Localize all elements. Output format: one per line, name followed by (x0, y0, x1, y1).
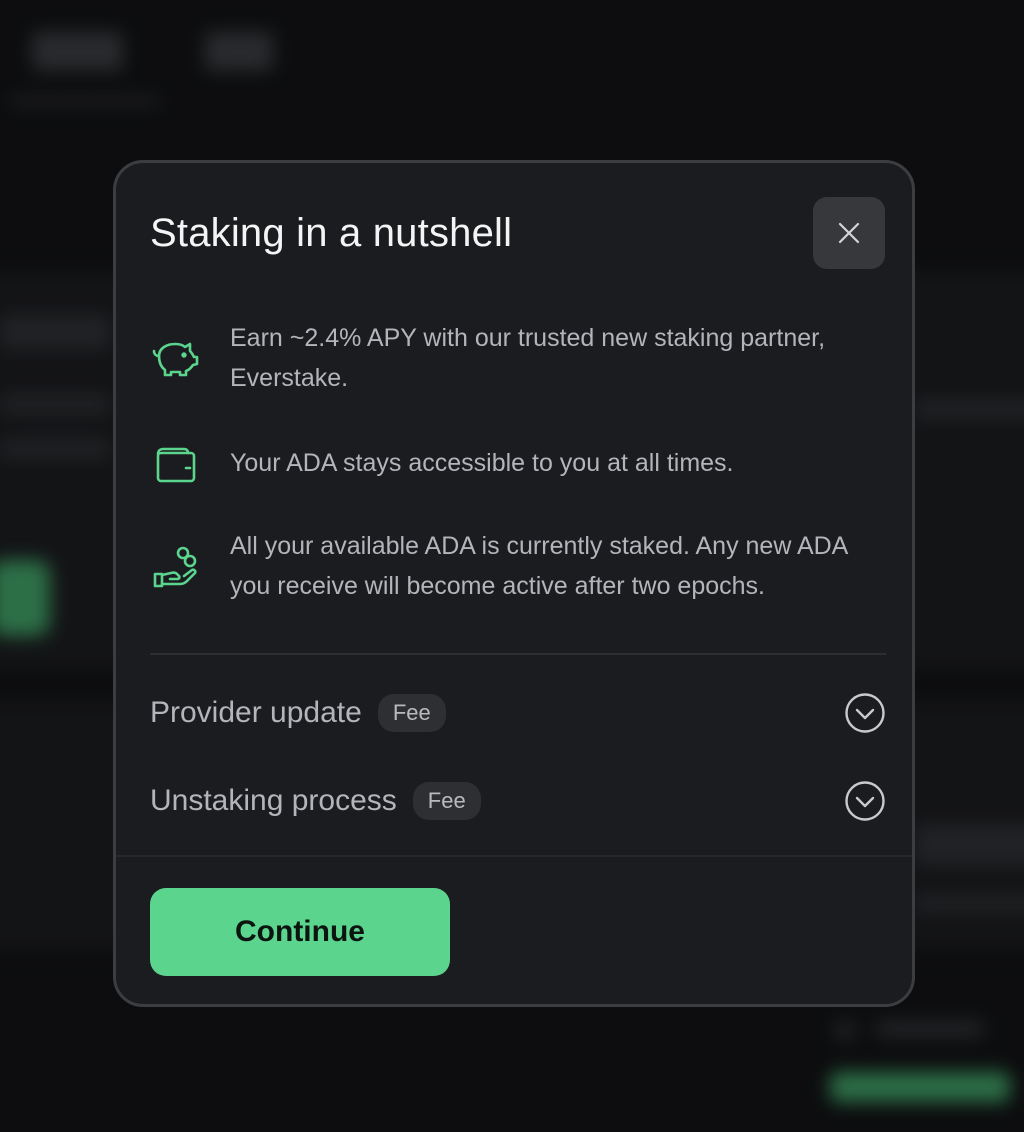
unstaking-process-accordion[interactable]: Unstaking process Fee (150, 776, 886, 826)
footer-divider (116, 855, 912, 857)
chevron-down-circle-icon[interactable] (844, 692, 886, 734)
close-icon (838, 222, 860, 244)
fee-badge: Fee (412, 782, 481, 820)
chevron-down-circle-icon[interactable] (844, 780, 886, 822)
divider (150, 653, 886, 655)
fee-badge: Fee (377, 694, 446, 732)
accordion-label: Provider update (150, 696, 362, 729)
close-button[interactable] (813, 197, 885, 269)
staking-info-modal: Staking in a nutshell Earn ~2.4% APY wit… (113, 160, 915, 1007)
continue-button[interactable]: Continue (150, 888, 450, 976)
feature-text: Earn ~2.4% APY with our trusted new stak… (230, 324, 826, 392)
feature-item: Earn ~2.4% APY with our trusted new stak… (150, 318, 890, 408)
hand-coins-icon (153, 546, 197, 588)
provider-update-accordion[interactable]: Provider update Fee (150, 688, 886, 738)
piggy-bank-icon (152, 342, 199, 377)
feature-item: All your available ADA is currently stak… (150, 526, 890, 616)
feature-text: All your available ADA is currently stak… (230, 532, 847, 600)
accordion-label: Unstaking process (150, 784, 397, 817)
feature-item: Your ADA stays accessible to you at all … (150, 443, 890, 487)
wallet-icon (156, 447, 196, 483)
feature-text: Your ADA stays accessible to you at all … (230, 449, 734, 477)
modal-title: Staking in a nutshell (150, 211, 513, 255)
